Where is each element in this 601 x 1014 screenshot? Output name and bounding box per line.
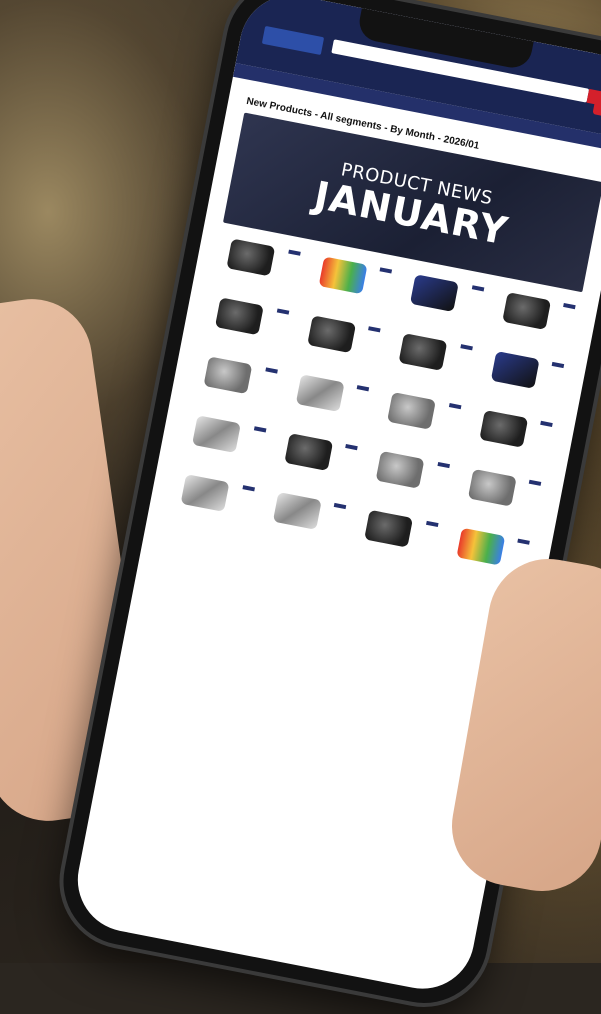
product-card[interactable]	[486, 286, 580, 355]
new-badge	[471, 285, 484, 292]
new-badge	[528, 479, 542, 486]
product-image	[318, 256, 368, 295]
product-image	[283, 433, 333, 471]
new-badge	[333, 502, 347, 510]
product-image	[226, 238, 276, 277]
product-image	[387, 391, 436, 430]
product-image	[295, 374, 345, 412]
new-badge	[241, 485, 255, 492]
product-image	[409, 274, 459, 313]
product-card[interactable]	[452, 463, 546, 532]
product-card[interactable]	[176, 409, 270, 478]
new-badge	[517, 538, 530, 545]
new-badge	[253, 426, 266, 433]
new-badge	[264, 367, 278, 374]
product-card[interactable]	[211, 232, 305, 301]
phone-photo: New Products - All segments - By Month -…	[0, 0, 601, 1014]
product-card[interactable]	[268, 427, 362, 496]
product-image	[272, 491, 322, 530]
new-badge	[345, 444, 358, 451]
new-badge	[448, 402, 461, 410]
product-card[interactable]	[349, 504, 443, 573]
product-card[interactable]	[257, 486, 351, 555]
product-image	[490, 350, 540, 389]
new-badge	[540, 420, 553, 428]
new-badge	[425, 520, 439, 527]
product-image	[214, 297, 264, 336]
product-card[interactable]	[165, 468, 259, 537]
product-image	[192, 415, 241, 454]
product-image	[180, 474, 230, 512]
product-card[interactable]	[188, 350, 282, 419]
new-badge	[459, 344, 473, 351]
product-image	[375, 450, 425, 489]
new-badge	[287, 249, 301, 256]
product-card[interactable]	[280, 368, 374, 437]
product-image	[478, 409, 528, 448]
product-image	[364, 509, 414, 548]
product-image	[306, 315, 356, 354]
product-card[interactable]	[291, 309, 385, 378]
new-badge	[379, 267, 393, 274]
product-card[interactable]	[371, 386, 465, 455]
new-badge	[276, 308, 289, 315]
product-card[interactable]	[475, 345, 569, 414]
product-card[interactable]	[303, 250, 397, 319]
store-logo[interactable]	[261, 25, 325, 56]
product-image	[398, 333, 448, 371]
new-badge	[563, 302, 576, 310]
product-image	[455, 527, 505, 566]
product-card[interactable]	[394, 268, 488, 337]
page-content: New Products - All segments - By Month -…	[146, 77, 601, 600]
product-image	[467, 468, 517, 507]
product-card[interactable]	[360, 445, 454, 514]
new-badge	[368, 326, 381, 333]
new-badge	[436, 461, 450, 469]
product-card[interactable]	[383, 327, 477, 396]
product-image	[203, 356, 253, 395]
product-card[interactable]	[463, 404, 557, 473]
product-card[interactable]	[199, 291, 293, 360]
new-badge	[356, 385, 370, 392]
new-badge	[551, 361, 565, 369]
product-image	[501, 292, 551, 330]
